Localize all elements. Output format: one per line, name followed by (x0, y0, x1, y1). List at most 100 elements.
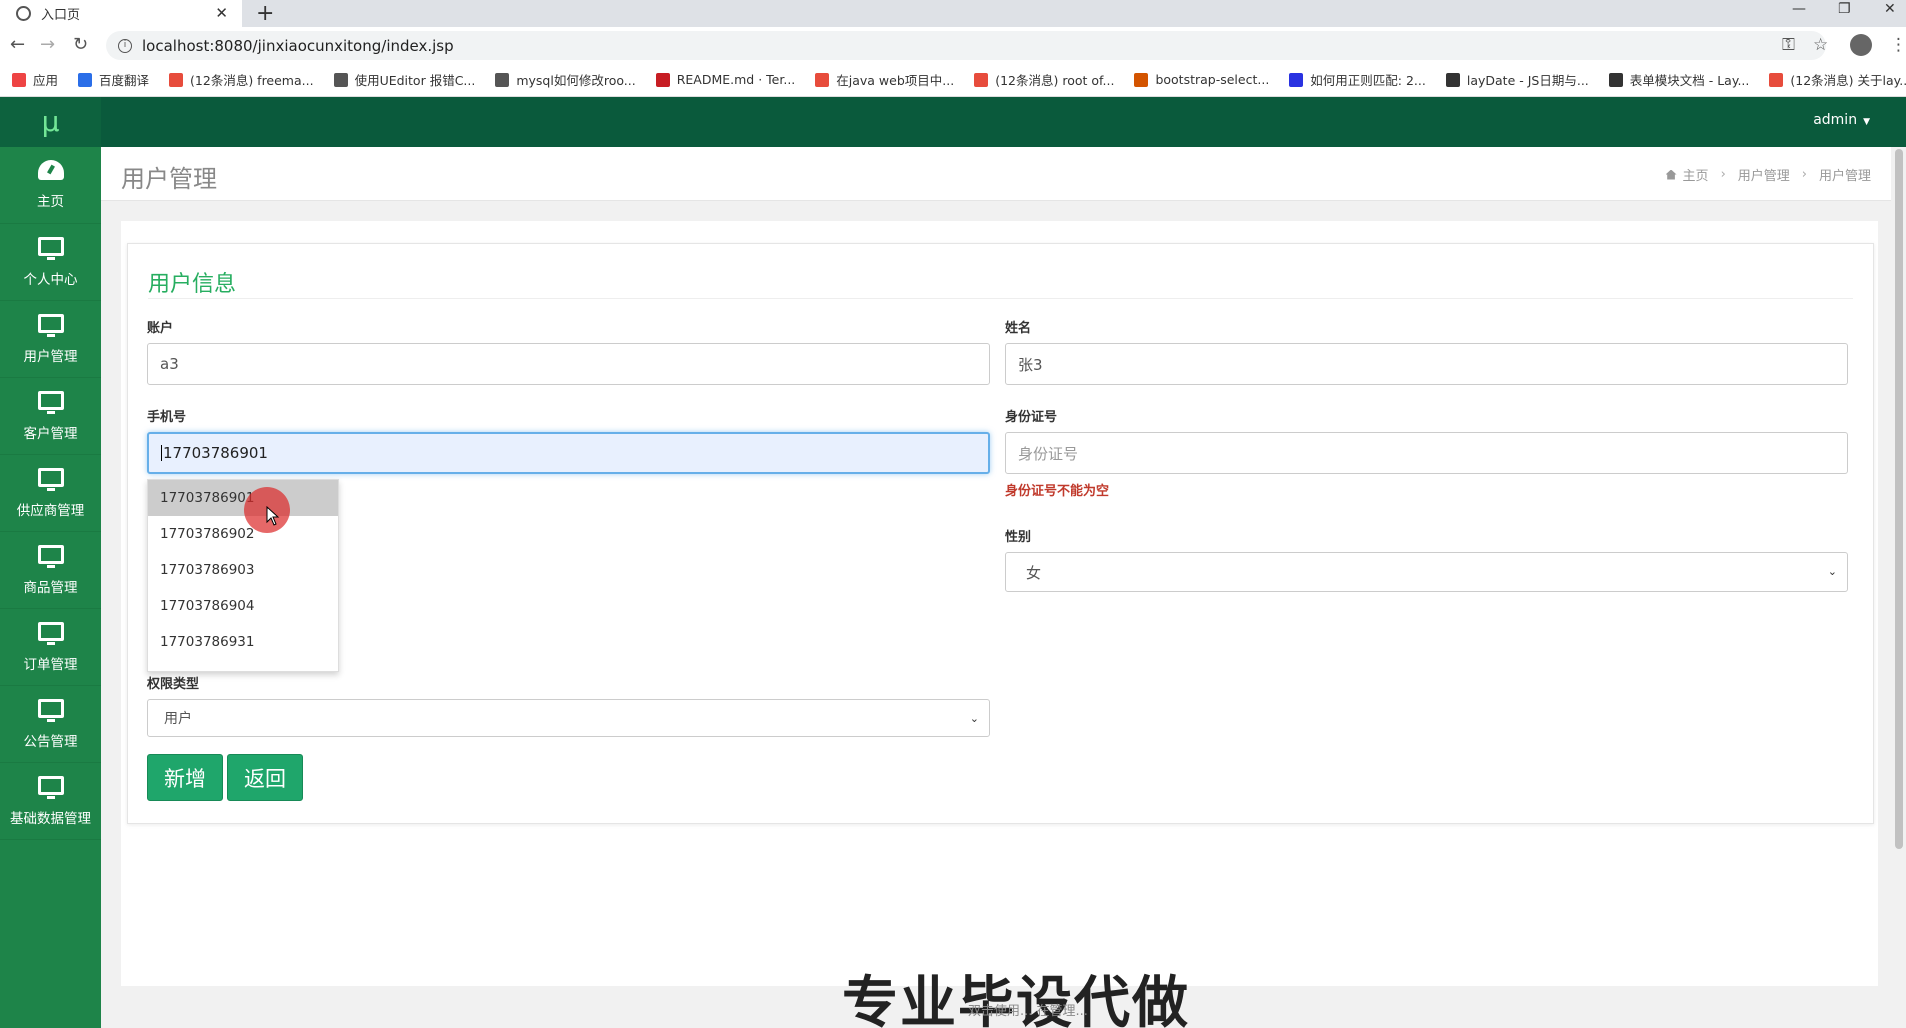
bookmark-label: (12条消息) 关于lay... (1790, 73, 1906, 88)
role-select[interactable]: 用户 ⌄ (147, 699, 990, 737)
bookmark-item[interactable]: 表单模块文档 - Lay... (1608, 70, 1750, 89)
home-icon (1665, 169, 1677, 180)
sidebar-item-label: 供应商管理 (16, 502, 85, 519)
bookmark-label: 表单模块文档 - Lay... (1629, 73, 1750, 88)
tab-title: 入口页 (41, 8, 81, 23)
sidebar-item-label: 商品管理 (23, 579, 78, 596)
gender-value: 女 (1026, 563, 1042, 582)
restore-icon[interactable]: ❐ (1838, 0, 1851, 18)
account-input[interactable]: a3 (147, 343, 990, 385)
globe-icon (16, 6, 31, 21)
sidebar-item-label: 主页 (37, 194, 64, 210)
layui-icon (1608, 72, 1623, 87)
bookmark-item[interactable]: layDate - JS日期与... (1445, 70, 1589, 89)
sidebar-item[interactable]: 订单管理 (0, 609, 101, 686)
autocomplete-option[interactable]: 17703786901 (148, 480, 338, 516)
phone-input[interactable]: 17703786901 (147, 432, 990, 474)
submit-button[interactable]: 新增 (147, 754, 223, 801)
bookmark-label: (12条消息) freema... (190, 73, 314, 88)
gitee-icon (655, 72, 670, 87)
id-card-input[interactable]: 身份证号 (1005, 432, 1848, 474)
gender-select[interactable]: 女 ⌄ (1005, 552, 1848, 592)
new-tab-plus-icon[interactable]: + (256, 1, 274, 26)
bookmark-item[interactable]: 在java web项目中... (815, 70, 954, 89)
autocomplete-option[interactable]: 17703786903 (148, 552, 338, 588)
top-navbar: admin ▼ (101, 97, 1906, 147)
monitor-icon (37, 621, 64, 645)
breadcrumb-home[interactable]: 主页 (1683, 165, 1709, 184)
monitor-icon (37, 236, 64, 260)
url-text: localhost:8080/jinxiaocunxitong/index.js… (142, 36, 454, 55)
csdn-icon (169, 72, 184, 87)
bookmark-label: 使用UEditor 报错C... (354, 73, 476, 88)
bookmark-label: 如何用正则匹配: 2... (1310, 73, 1426, 88)
autocomplete-option[interactable]: 17703786904 (148, 588, 338, 624)
sidebar-item-label: 订单管理 (23, 656, 78, 673)
id-card-label: 身份证号 (1005, 410, 1058, 425)
sidebar-item-label: 客户管理 (23, 425, 78, 442)
scrollbar-thumb[interactable] (1895, 149, 1903, 849)
sidebar-item[interactable]: 个人中心 (0, 224, 101, 301)
phone-label: 手机号 (147, 410, 187, 425)
autocomplete-option[interactable]: 17703786902 (148, 516, 338, 552)
bookmark-label: layDate - JS日期与... (1466, 73, 1589, 88)
user-menu[interactable]: admin ▼ (1813, 112, 1870, 128)
back-button[interactable]: 返回 (227, 754, 303, 801)
user-name: admin (1813, 112, 1858, 128)
star-icon[interactable]: ☆ (1813, 35, 1828, 55)
scrollbar[interactable] (1891, 147, 1906, 1028)
csdn-icon (1769, 72, 1784, 87)
sidebar-item[interactable]: 用户管理 (0, 301, 101, 378)
name-input[interactable]: 张3 (1005, 343, 1848, 385)
key-icon[interactable]: ⚿ (1782, 35, 1795, 55)
bookmark-item[interactable]: README.md · Ter... (655, 72, 795, 87)
bookmark-item[interactable]: (12条消息) freema... (169, 70, 314, 89)
bookmark-label: bootstrap-select... (1155, 72, 1270, 87)
logo[interactable]: μ (0, 97, 101, 147)
breadcrumb-section[interactable]: 用户管理 (1738, 165, 1790, 184)
close-icon[interactable]: ✕ (215, 4, 228, 22)
role-value: 用户 (164, 711, 192, 727)
bookmark-item[interactable]: 使用UEditor 报错C... (333, 70, 476, 89)
forward-arrow-icon[interactable]: → (40, 34, 55, 55)
bookmark-item[interactable]: bootstrap-select... (1134, 72, 1269, 87)
reload-icon[interactable]: ↻ (73, 34, 88, 55)
profile-avatar-icon[interactable] (1850, 34, 1872, 56)
breadcrumb: 主页 › 用户管理 › 用户管理 (1665, 165, 1871, 184)
sidebar-item[interactable]: 商品管理 (0, 532, 101, 609)
minimize-icon[interactable]: — (1792, 0, 1806, 18)
sidebar-item[interactable]: 基础数据管理 (0, 763, 101, 840)
menu-dots-icon[interactable]: ⋮ (1890, 35, 1906, 55)
text-caret (161, 445, 162, 461)
bookmark-item[interactable]: (12条消息) root of... (974, 70, 1114, 89)
bookmark-item[interactable]: mysql如何修改roo... (495, 70, 636, 89)
url-field[interactable]: i localhost:8080/jinxiaocunxitong/index.… (106, 31, 1826, 60)
chevron-right-icon: › (1720, 167, 1726, 182)
gender-label: 性别 (1005, 530, 1032, 545)
sidebar: μ 主页个人中心 用户管理客户管理供应商管理商品管理订单管理公告管理 基础数据管理 (0, 97, 101, 1028)
sidebar-item[interactable]: 主页 (0, 147, 101, 224)
bookmark-item[interactable]: (12条消息) 关于lay... (1769, 70, 1906, 89)
bookmark-item[interactable]: 应用 (12, 70, 58, 89)
bookmarks-bar: 应用 百度翻译 (12条消息) freema... 使用UEditor 报错C... m… (0, 63, 1906, 97)
id-card-placeholder: 身份证号 (1018, 444, 1079, 463)
divider (148, 298, 1853, 299)
sidebar-item[interactable]: 公告管理 (0, 686, 101, 763)
bookmark-item[interactable]: 百度翻译 (78, 70, 149, 89)
id-card-error: 身份证号不能为空 (1005, 484, 1110, 499)
sidebar-item[interactable]: 供应商管理 (0, 455, 101, 532)
name-value: 张3 (1018, 355, 1043, 374)
autocomplete-option[interactable]: 17703786931 (148, 624, 338, 660)
bookmark-item[interactable]: 如何用正则匹配: 2... (1289, 70, 1426, 89)
monitor-icon (37, 467, 64, 491)
info-icon[interactable]: i (118, 38, 132, 53)
phone-autocomplete-dropdown: 17703786901 17703786902 17703786903 1770378… (147, 479, 339, 672)
browser-tab[interactable]: 入口页 ✕ (0, 0, 242, 27)
back-arrow-icon[interactable]: ← (10, 34, 25, 55)
link-icon (495, 72, 510, 87)
monitor-icon (37, 313, 64, 337)
breadcrumb-current: 用户管理 (1818, 169, 1871, 184)
monitor-icon (37, 775, 64, 799)
sidebar-item[interactable]: 客户管理 (0, 378, 101, 455)
window-close-icon[interactable]: ✕ (1884, 0, 1896, 18)
